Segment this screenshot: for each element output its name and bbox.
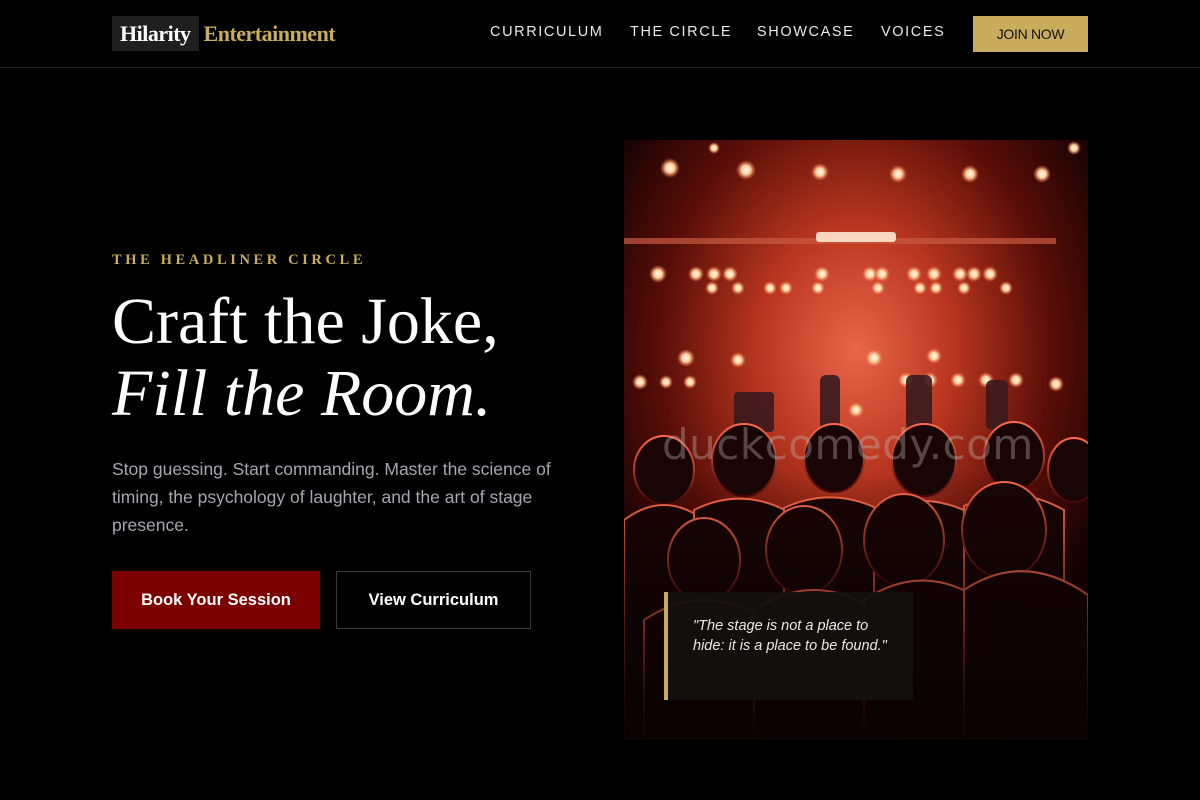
nav-item-voices[interactable]: VOICES [881, 24, 945, 40]
view-curriculum-button[interactable]: View Curriculum [336, 571, 531, 629]
quote-text: "The stage is not a place to hide: it is… [693, 618, 887, 654]
join-now-button[interactable]: JOIN NOW [973, 16, 1088, 52]
site-header: Hilarity Entertainment CURRICULUM THE CI… [0, 0, 1200, 68]
nav-item-the-circle[interactable]: THE CIRCLE [630, 24, 732, 40]
brand-name-text: Entertainment [203, 20, 336, 46]
nav-item-showcase[interactable]: SHOWCASE [757, 24, 854, 40]
headline-line-2: Fill the Room. [112, 357, 492, 430]
book-session-button[interactable]: Book Your Session [112, 571, 320, 629]
headline-line-1: Craft the Joke, [112, 285, 499, 358]
hero-subtitle: Stop guessing. Start commanding. Master … [112, 459, 551, 535]
brand-logo[interactable]: Hilarity Entertainment [112, 16, 336, 51]
nav-item-curriculum[interactable]: CURRICULUM [490, 24, 603, 40]
photo-watermark: duckcomedy.com [662, 420, 1034, 469]
hero-headline: Craft the Joke, Fill the Room. [112, 286, 582, 430]
brand-name-box: Hilarity [112, 16, 199, 51]
hero-eyebrow: THE HEADLINER CIRCLE [112, 252, 367, 268]
quote-card: "The stage is not a place to hide: it is… [664, 592, 913, 700]
hero-photo: duckcomedy.com "The stage is not a place… [624, 140, 1088, 740]
